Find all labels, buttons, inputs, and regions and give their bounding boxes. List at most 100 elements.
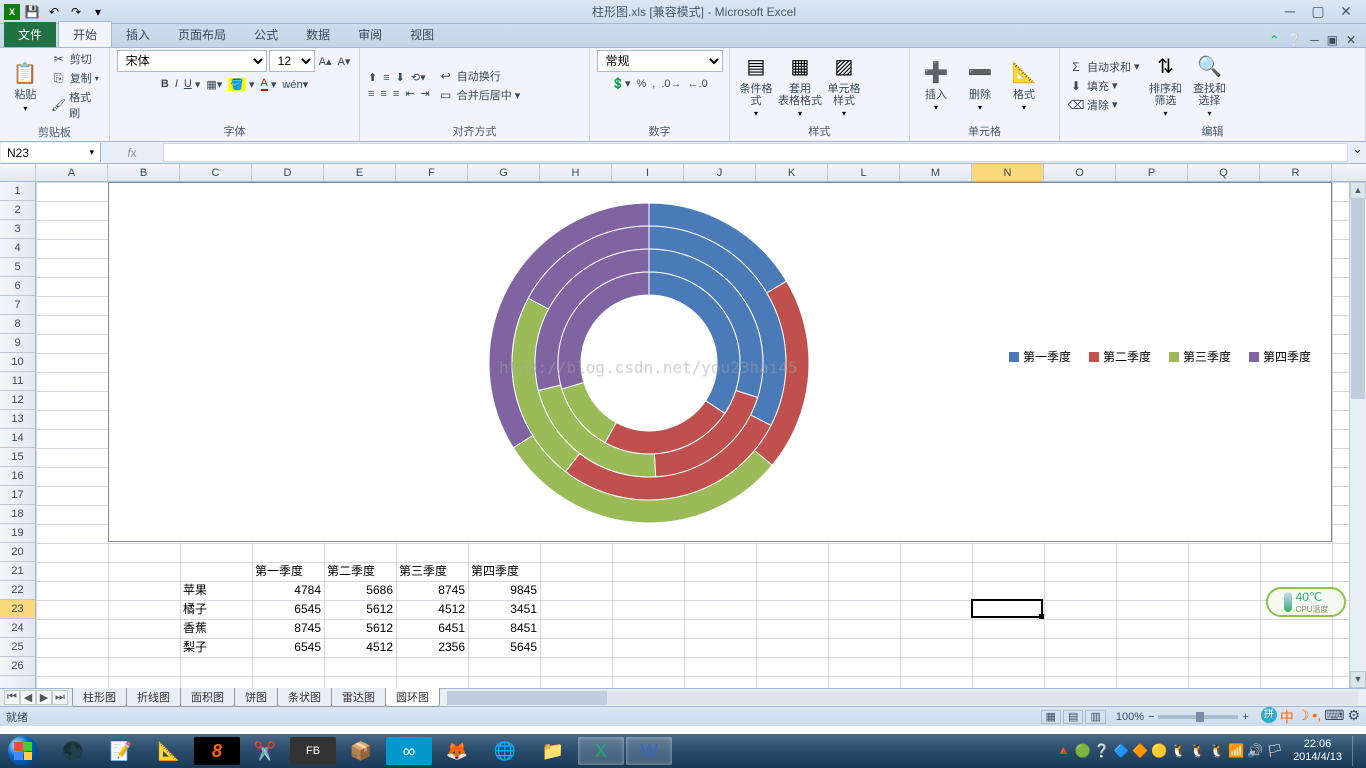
vertical-scrollbar[interactable]: ▲ ▼ [1349, 182, 1366, 688]
tray-qq-icon[interactable]: 🐧 [1171, 743, 1187, 759]
row-header-15[interactable]: 15 [0, 448, 35, 467]
italic-button[interactable]: I [173, 77, 180, 91]
tray-qq-icon[interactable]: 🐧 [1209, 743, 1225, 759]
font-name-combo[interactable]: 宋体 [117, 50, 267, 72]
tray-icon[interactable]: ❔ [1094, 743, 1110, 759]
table-format-button[interactable]: ▦套用 表格格式▾ [780, 53, 820, 119]
cell[interactable]: 4512 [396, 600, 468, 619]
tab-layout[interactable]: 页面布局 [164, 22, 240, 47]
cell-styles-button[interactable]: ▨单元格样式▾ [824, 53, 864, 119]
tab-data[interactable]: 数据 [292, 22, 344, 47]
ime-icon[interactable]: 拼 [1261, 707, 1277, 723]
copy-button[interactable]: ⎘复制▾ [49, 69, 103, 87]
col-header-C[interactable]: C [180, 164, 252, 181]
sheet-tab[interactable]: 饼图 [234, 688, 278, 707]
cut-button[interactable]: ✂剪切 [49, 50, 103, 68]
row-header-20[interactable]: 20 [0, 543, 35, 562]
row-header-9[interactable]: 9 [0, 334, 35, 353]
tray-icon[interactable]: 🟡 [1151, 743, 1167, 759]
help-icon[interactable]: ❔ [1287, 33, 1302, 47]
excel-icon[interactable]: X [4, 4, 20, 20]
grow-font-icon[interactable]: A▴ [317, 54, 334, 69]
taskbar-snip-icon[interactable]: ✂️ [242, 737, 288, 765]
ime-punct-icon[interactable]: •, [1312, 707, 1321, 727]
col-header-G[interactable]: G [468, 164, 540, 181]
cell[interactable]: 9845 [468, 581, 540, 600]
font-color-button[interactable]: A▾ [259, 76, 279, 92]
legend-item[interactable]: 第一季度 [1009, 348, 1071, 365]
tray-network-icon[interactable]: 📶 [1228, 743, 1244, 759]
col-header-F[interactable]: F [396, 164, 468, 181]
fill-color-button[interactable]: 🪣▾ [226, 77, 256, 92]
fx-icon[interactable]: fx [127, 146, 136, 160]
window-restore-icon[interactable]: ▣ [1327, 33, 1338, 47]
inc-decimal-icon[interactable]: .0→ [659, 77, 683, 91]
row-header-17[interactable]: 17 [0, 486, 35, 505]
row-header-22[interactable]: 22 [0, 581, 35, 600]
col-header-H[interactable]: H [540, 164, 612, 181]
col-header-P[interactable]: P [1116, 164, 1188, 181]
col-header-B[interactable]: B [108, 164, 180, 181]
taskbar-explorer-icon[interactable]: 📁 [530, 737, 576, 765]
ime-keyboard-icon[interactable]: ⌨ [1324, 707, 1344, 727]
align-center-icon[interactable]: ≡ [378, 87, 388, 101]
save-icon[interactable]: 💾 [22, 2, 42, 22]
cpu-temp-widget[interactable]: 40℃ CPU温度 [1266, 587, 1346, 617]
row-header-16[interactable]: 16 [0, 467, 35, 486]
align-left-icon[interactable]: ≡ [366, 87, 376, 101]
cell[interactable]: 8745 [396, 581, 468, 600]
percent-icon[interactable]: % [635, 77, 649, 91]
tray-icon[interactable]: 🔷 [1113, 743, 1129, 759]
row-header-25[interactable]: 25 [0, 638, 35, 657]
ribbon-minimize-icon[interactable]: ⌃ [1269, 33, 1279, 47]
sheet-tab[interactable]: 雷达图 [331, 688, 386, 707]
tray-flag-icon[interactable]: 🏳 [1267, 743, 1284, 759]
row-header-7[interactable]: 7 [0, 296, 35, 315]
phonetic-button[interactable]: wén▾ [280, 77, 310, 92]
taskbar-ie-icon[interactable]: 🌐 [482, 737, 528, 765]
col-header-N[interactable]: N [972, 164, 1044, 181]
align-right-icon[interactable]: ≡ [391, 87, 401, 101]
cells-area[interactable]: 第一季度第二季度第三季度第四季度 http://blog.csdn.net/yo… [36, 182, 1366, 688]
format-painter-button[interactable]: 🖌格式刷 [49, 88, 103, 122]
cell[interactable]: 橘子 [180, 600, 252, 619]
view-pagelayout-icon[interactable]: ▤ [1063, 710, 1083, 724]
currency-icon[interactable]: 💲▾ [609, 76, 632, 91]
tab-view[interactable]: 视图 [396, 22, 448, 47]
row-header-23[interactable]: 23 [0, 600, 35, 619]
indent-dec-icon[interactable]: ⇤ [403, 86, 416, 101]
cell[interactable]: 2356 [396, 638, 468, 657]
font-size-combo[interactable]: 12 [269, 50, 315, 72]
align-top-icon[interactable]: ⬆ [366, 70, 379, 85]
cell[interactable]: 苹果 [180, 581, 252, 600]
cell[interactable]: 6545 [252, 638, 324, 657]
row-header-4[interactable]: 4 [0, 239, 35, 258]
minimize-icon[interactable]: ─ [1280, 3, 1300, 20]
chart-object[interactable]: 第一季度第二季度第三季度第四季度 http://blog.csdn.net/yo… [108, 182, 1332, 542]
merge-center-button[interactable]: ▭合并后居中▾ [436, 86, 523, 104]
ime-cn-icon[interactable]: 中 [1280, 707, 1294, 727]
dec-decimal-icon[interactable]: ←.0 [686, 77, 710, 91]
taskbar-matlab-icon[interactable]: 📐 [146, 737, 192, 765]
cell[interactable]: 香蕉 [180, 619, 252, 638]
cell[interactable]: 4512 [324, 638, 396, 657]
cell[interactable]: 8451 [468, 619, 540, 638]
cell[interactable]: 5612 [324, 619, 396, 638]
cell[interactable]: 5686 [324, 581, 396, 600]
ime-moon-icon[interactable]: ☽ [1297, 707, 1310, 727]
col-header-D[interactable]: D [252, 164, 324, 181]
sheet-prev-icon[interactable]: ◀ [20, 690, 36, 705]
cell[interactable]: 第二季度 [324, 562, 396, 581]
tab-file[interactable]: 文件 [4, 22, 56, 47]
sheet-tab[interactable]: 柱形图 [72, 688, 127, 707]
col-header-K[interactable]: K [756, 164, 828, 181]
taskbar-word-icon[interactable]: W [626, 737, 672, 765]
legend-item[interactable]: 第四季度 [1249, 348, 1311, 365]
tray-icon[interactable]: 🔺 [1055, 743, 1071, 759]
taskbar-notepad-icon[interactable]: 📝 [98, 737, 144, 765]
taskbar-8-icon[interactable]: 8 [194, 737, 240, 765]
align-bot-icon[interactable]: ⬇ [394, 70, 407, 85]
format-cells-button[interactable]: 📐格式▾ [1004, 53, 1044, 119]
cell[interactable]: 梨子 [180, 638, 252, 657]
row-header-26[interactable]: 26 [0, 657, 35, 676]
